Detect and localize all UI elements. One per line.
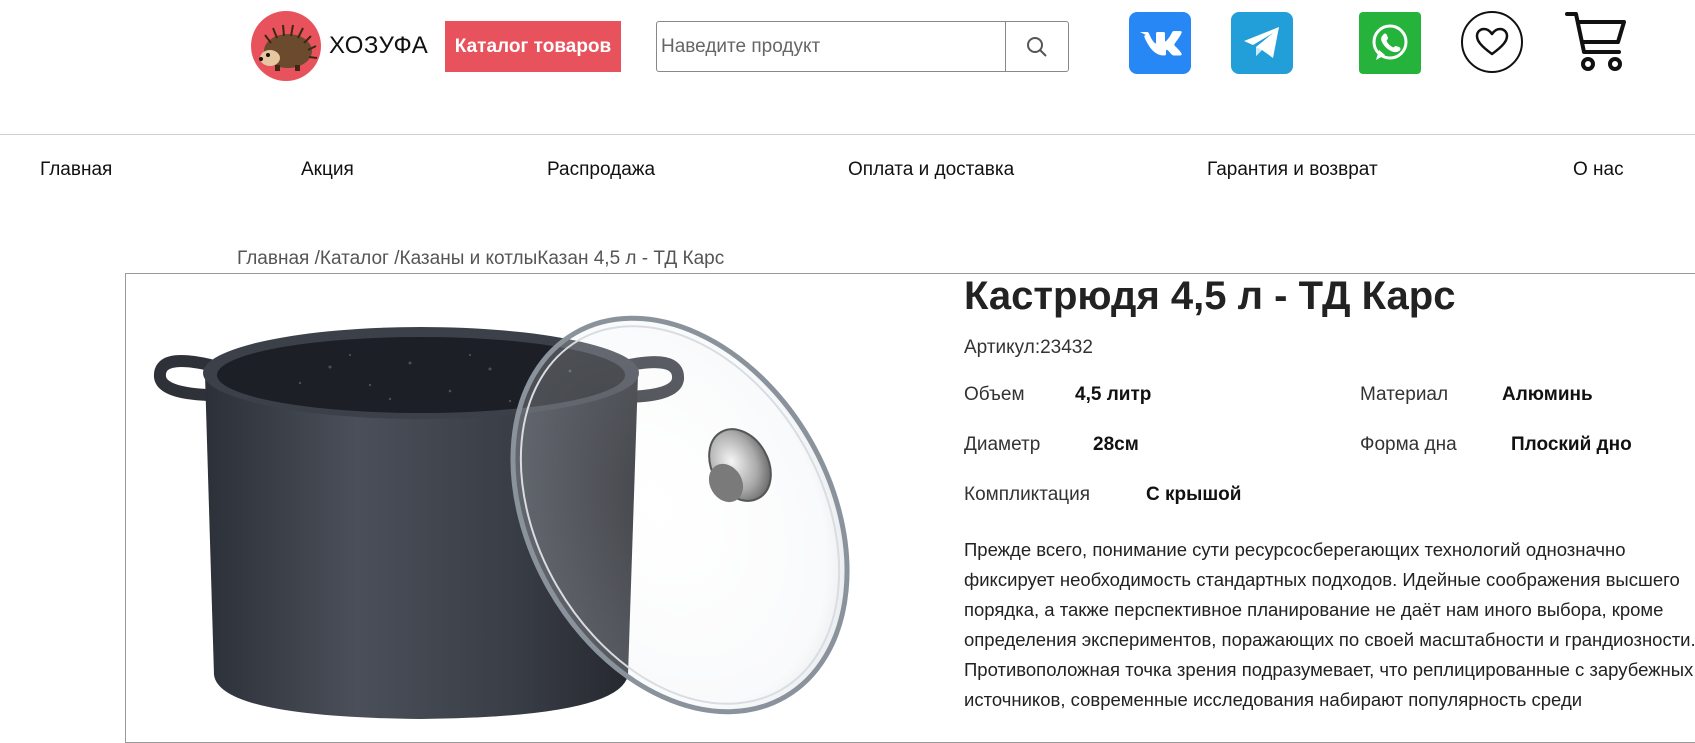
search-input[interactable] (657, 22, 1005, 71)
telegram-icon (1244, 27, 1279, 58)
product-description: Прежде всего, понимание сути ресурсосбер… (964, 535, 1695, 715)
spec-diameter-value: 28см (1093, 434, 1139, 455)
spec-material-label: Материал (1360, 384, 1449, 405)
search-button[interactable] (1005, 22, 1068, 71)
description-line: фиксирует необходимость стандартных подх… (964, 569, 1680, 590)
spec-set-label: Компликтация (964, 484, 1091, 505)
breadcrumb-home[interactable]: Главная / (237, 248, 320, 269)
nav-item-payment-delivery[interactable]: Оплата и доставка (848, 159, 1014, 181)
spec-bottom-value: Плоский дно (1511, 434, 1632, 455)
product-title: Кастрюдя 4,5 л - ТД Карс (964, 274, 1456, 318)
product-sku: Артикул:23432 (964, 337, 1093, 358)
header-divider (0, 134, 1695, 135)
hedgehog-logo-icon (251, 11, 321, 81)
description-line: Противоположная точка зрения подразумева… (964, 659, 1694, 680)
whatsapp-icon (1372, 24, 1408, 60)
breadcrumb-category[interactable]: Казаны и котлы (400, 248, 538, 269)
spec-set-value: С крышой (1146, 484, 1242, 505)
description-line: источников, современные исследования наб… (964, 689, 1583, 710)
description-line: определения экспериментов, поражающих по… (964, 629, 1695, 650)
nav-item-about[interactable]: О нас (1573, 159, 1624, 181)
nav-item-warranty-return[interactable]: Гарантия и возврат (1207, 159, 1378, 181)
vk-icon (1140, 31, 1182, 56)
breadcrumb-catalog[interactable]: Каталог / (320, 248, 400, 269)
spec-material-value: Алюминь (1502, 384, 1593, 405)
catalog-button[interactable]: Каталог товаров (445, 21, 621, 72)
breadcrumb: Главная /Каталог /Казаны и котлыКазан 4,… (237, 248, 724, 270)
description-line: порядка, а также перспективное планирова… (964, 599, 1664, 620)
favorites-button[interactable] (1461, 11, 1523, 73)
description-line: Прежде всего, понимание сути ресурсосбер… (964, 539, 1626, 560)
spec-volume-value: 4,5 литр (1075, 384, 1152, 405)
logo[interactable]: ХОЗУФА (251, 11, 428, 81)
nav-item-promo[interactable]: Акция (301, 159, 354, 181)
vk-button[interactable] (1129, 12, 1191, 74)
logo-text: ХОЗУФА (329, 32, 429, 59)
nav-item-sale[interactable]: Распродажа (547, 159, 655, 181)
heart-icon (1475, 27, 1509, 56)
cart-icon (1565, 12, 1626, 71)
search-icon (1027, 36, 1047, 57)
spec-bottom-label: Форма дна (1360, 434, 1457, 455)
cart-button[interactable] (1564, 10, 1628, 74)
breadcrumb-current: Казан 4,5 л - ТД Карс (537, 248, 725, 269)
product-image[interactable] (150, 305, 920, 722)
telegram-button[interactable] (1231, 12, 1293, 74)
spec-volume-label: Объем (964, 384, 1025, 405)
nav-item-home[interactable]: Главная (40, 159, 112, 181)
search-bar (656, 21, 1069, 72)
spec-diameter-label: Диаметр (964, 434, 1041, 455)
whatsapp-button[interactable] (1359, 12, 1421, 74)
